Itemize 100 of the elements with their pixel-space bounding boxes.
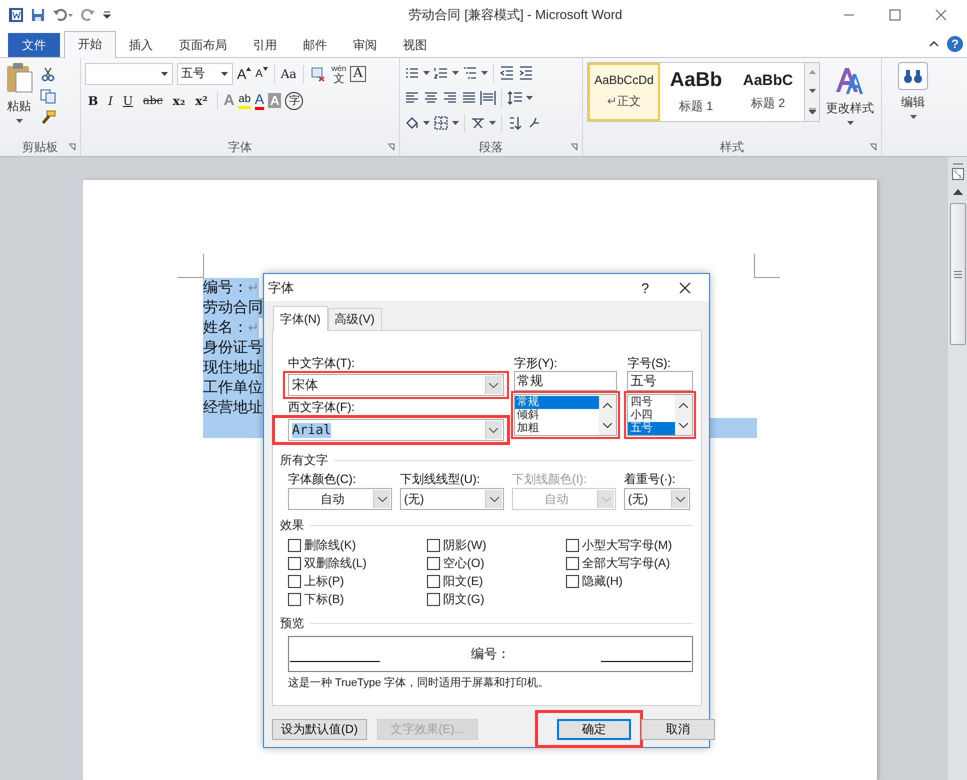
- chinese-font-field[interactable]: 宋体: [288, 374, 504, 396]
- character-border-button[interactable]: A: [350, 66, 366, 82]
- font-color-button[interactable]: A: [254, 92, 264, 110]
- change-styles-button[interactable]: 更改样式: [826, 62, 874, 138]
- caret-icon[interactable]: [423, 120, 430, 125]
- enclose-characters-button[interactable]: 字: [285, 92, 304, 110]
- style-item[interactable]: AaBbC 标题 2: [732, 62, 804, 121]
- checkbox[interactable]: [427, 556, 440, 570]
- dialog-launcher-icon[interactable]: [387, 143, 395, 151]
- format-button[interactable]: B: [85, 92, 102, 110]
- checkbox[interactable]: [427, 538, 440, 552]
- paste-button[interactable]: 粘贴: [4, 62, 34, 138]
- dropdown-field[interactable]: (无): [624, 488, 690, 510]
- scroll-up-icon[interactable]: [679, 402, 688, 408]
- font-name-field[interactable]: [85, 62, 173, 85]
- scroll-up-icon[interactable]: [952, 189, 962, 195]
- checkbox[interactable]: [288, 556, 301, 570]
- undo-icon[interactable]: [52, 6, 74, 23]
- format-button[interactable]: abc: [140, 92, 166, 110]
- document-app-icon[interactable]: [8, 6, 24, 23]
- list-scrollbar[interactable]: [599, 395, 616, 435]
- checkbox[interactable]: [566, 556, 579, 570]
- ruler-toggle-icon[interactable]: [950, 163, 964, 181]
- paint-bucket-icon[interactable]: [404, 114, 420, 131]
- western-font-field[interactable]: Arial: [288, 419, 504, 441]
- list-option[interactable]: 五号: [628, 422, 675, 435]
- ribbon-tab[interactable]: 邮件: [290, 32, 340, 57]
- scissors-icon[interactable]: [40, 66, 56, 82]
- checkbox[interactable]: [566, 574, 579, 588]
- dialog-tab[interactable]: 字体(N): [273, 306, 328, 331]
- increase-indent-icon[interactable]: [518, 64, 534, 81]
- collapse-ribbon-icon[interactable]: [929, 38, 939, 49]
- font-size-field[interactable]: 五号: [177, 62, 233, 85]
- caret-icon[interactable]: [526, 96, 533, 100]
- list-option[interactable]: 加粗: [514, 422, 600, 435]
- scroll-thumb[interactable]: [950, 203, 966, 345]
- gallery-scrollbar[interactable]: [805, 62, 820, 122]
- caret-icon[interactable]: [489, 120, 496, 125]
- ribbon-tab[interactable]: 审阅: [340, 32, 390, 57]
- sort-icon[interactable]: [507, 114, 523, 131]
- shrink-font-button[interactable]: A: [255, 64, 263, 83]
- format-button[interactable]: x²: [192, 92, 211, 110]
- ribbon-tab[interactable]: 页面布局: [166, 32, 240, 57]
- format-button[interactable]: I: [105, 92, 116, 110]
- editing-button[interactable]: 编辑: [888, 62, 938, 119]
- help-button[interactable]: ?: [641, 280, 649, 296]
- caret-icon[interactable]: [481, 70, 488, 75]
- dialog-launcher-icon[interactable]: [869, 143, 877, 151]
- dialog-button[interactable]: 设为默认值(D): [272, 719, 367, 740]
- format-painter-icon[interactable]: [40, 110, 56, 126]
- dialog-launcher-icon[interactable]: [570, 143, 578, 151]
- border-icon[interactable]: [433, 114, 449, 131]
- style-item[interactable]: AaBbCcDd ↵正文: [588, 62, 660, 121]
- checkbox[interactable]: [288, 592, 301, 606]
- more-icon[interactable]: [808, 108, 816, 114]
- list-option[interactable]: 小四: [628, 409, 675, 422]
- caret-icon[interactable]: [452, 120, 459, 125]
- ribbon-tab[interactable]: 开始: [64, 30, 116, 58]
- dropdown-field[interactable]: (无): [400, 488, 504, 510]
- change-case-button[interactable]: Aa: [280, 64, 297, 83]
- list-option[interactable]: 倾斜: [514, 409, 600, 422]
- list-scrollbar[interactable]: [675, 395, 692, 435]
- ribbon-tab[interactable]: 文件: [8, 32, 60, 57]
- caret-icon[interactable]: [423, 70, 430, 75]
- grow-font-button[interactable]: A: [237, 64, 246, 83]
- list-option[interactable]: 四号: [628, 396, 675, 409]
- maximize-icon[interactable]: [889, 8, 901, 21]
- scroll-up-icon[interactable]: [603, 402, 612, 408]
- ribbon-tab[interactable]: 视图: [390, 32, 440, 57]
- scroll-down-icon[interactable]: [679, 422, 688, 428]
- distribute-icon[interactable]: [480, 90, 496, 106]
- text-field[interactable]: 五号: [627, 371, 693, 391]
- dialog-button[interactable]: 取消: [641, 719, 715, 740]
- caret-icon[interactable]: [452, 70, 459, 75]
- phonetic-guide-button[interactable]: wén 文: [332, 64, 346, 84]
- decrease-indent-icon[interactable]: [499, 64, 515, 81]
- dialog-button[interactable]: 确定: [557, 719, 631, 740]
- ribbon-tab[interactable]: 引用: [240, 32, 290, 57]
- checkbox[interactable]: [288, 538, 301, 552]
- help-button[interactable]: ?: [947, 36, 963, 52]
- scroll-down-icon[interactable]: [808, 88, 816, 93]
- checkbox[interactable]: [427, 592, 440, 606]
- ribbon-tab[interactable]: 插入: [116, 32, 166, 57]
- line-spacing-icon[interactable]: [507, 90, 523, 106]
- redo-icon[interactable]: [80, 6, 96, 23]
- copy-icon[interactable]: [40, 88, 56, 104]
- format-button[interactable]: U: [120, 92, 136, 110]
- scroll-down-icon[interactable]: [603, 422, 612, 428]
- style-item[interactable]: AaBb 标题 1: [660, 62, 732, 121]
- highlight-button[interactable]: ab: [238, 92, 251, 110]
- text-field[interactable]: 常规: [514, 371, 618, 391]
- save-icon[interactable]: [30, 6, 46, 23]
- list-option[interactable]: 常规: [514, 396, 600, 409]
- checkbox[interactable]: [427, 574, 440, 588]
- checkbox[interactable]: [288, 574, 301, 588]
- multilevel-list-icon[interactable]: [462, 64, 478, 81]
- dialog-launcher-icon[interactable]: [68, 143, 76, 151]
- format-button[interactable]: x₂: [170, 92, 188, 110]
- checkbox[interactable]: [566, 538, 579, 552]
- close-icon[interactable]: [679, 282, 691, 294]
